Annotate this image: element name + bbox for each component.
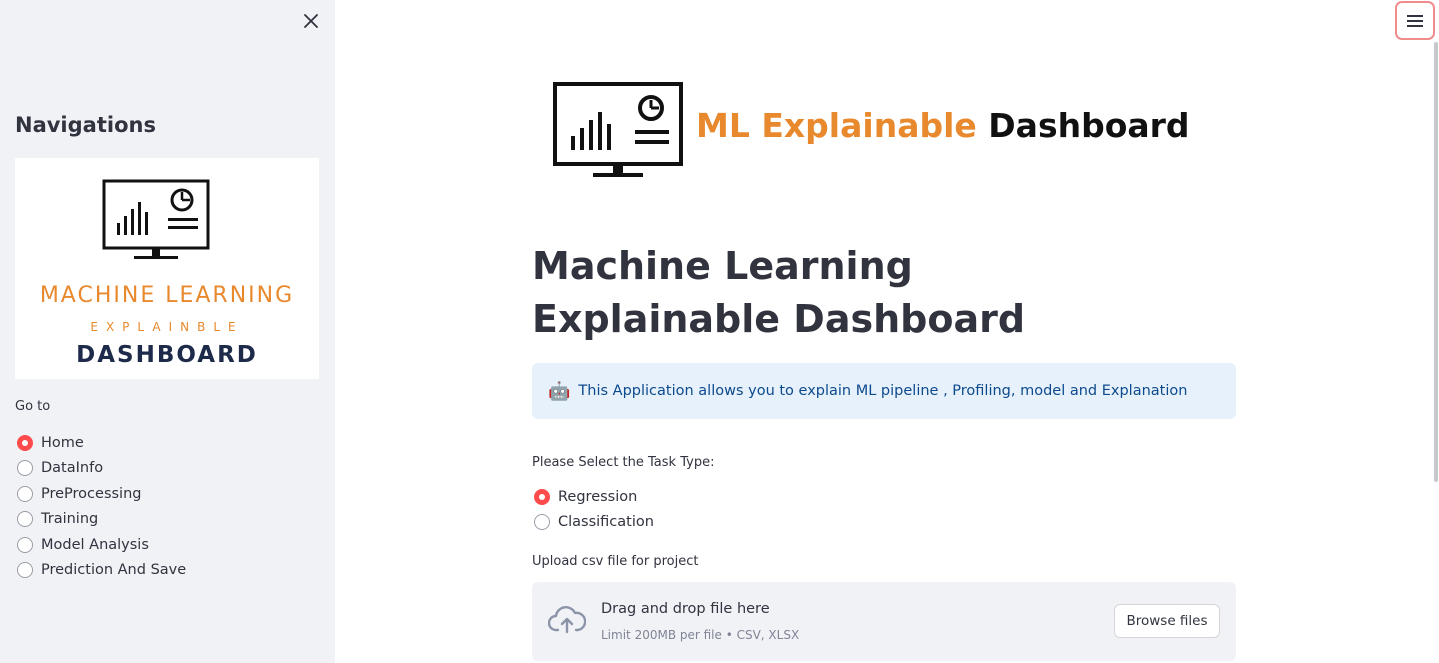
radio-button[interactable]: [534, 514, 550, 531]
nav-option-label: PreProcessing: [41, 485, 142, 502]
upload-label: Upload csv file for project: [532, 554, 699, 569]
robot-icon: 🤖: [548, 380, 571, 402]
monitor-chart-icon: [102, 179, 210, 259]
nav-option-training[interactable]: Training: [17, 507, 186, 533]
radio-button[interactable]: [17, 562, 33, 579]
nav-option-home[interactable]: Home: [17, 430, 186, 456]
radio-button[interactable]: [17, 536, 33, 553]
nav-option-preprocessing[interactable]: PreProcessing: [17, 481, 186, 507]
nav-option-datainfo[interactable]: DataInfo: [17, 456, 186, 482]
dropzone-limit-text: Limit 200MB per file • CSV, XLSX: [601, 628, 800, 642]
radio-button[interactable]: [17, 434, 33, 451]
task-type-label: Please Select the Task Type:: [532, 455, 715, 470]
info-alert-text: This Application allows you to explain M…: [578, 383, 1188, 399]
dropzone-title: Drag and drop file here: [601, 601, 770, 617]
radio-button[interactable]: [534, 488, 550, 505]
sidebar-logo: MACHINE LEARNING EXPLAINBLE DASHBOARD: [15, 158, 319, 379]
sidebar: Navigations MACHINE LEARNING EXPLAINBLE …: [0, 0, 335, 663]
header-logo-text: ML Explainable Dashboard: [696, 106, 1190, 145]
task-option-classification[interactable]: Classification: [534, 510, 654, 536]
radio-button[interactable]: [17, 511, 33, 528]
nav-option-label: Model Analysis: [41, 536, 149, 553]
monitor-chart-icon: [553, 82, 683, 177]
nav-option-prediction-and-save[interactable]: Prediction And Save: [17, 558, 186, 584]
task-option-regression[interactable]: Regression: [534, 484, 654, 510]
page-title: Machine Learning Explainable Dashboard: [532, 244, 1026, 341]
task-option-label: Regression: [558, 488, 638, 505]
close-icon: [304, 14, 318, 28]
main-menu-button[interactable]: [1395, 1, 1435, 40]
nav-option-label: DataInfo: [41, 460, 104, 477]
header-logo-text-main: Dashboard: [988, 106, 1190, 145]
sidebar-logo-line2: EXPLAINBLE: [90, 320, 244, 334]
sidebar-logo-line1: MACHINE LEARNING: [39, 283, 295, 308]
nav-radio-group: Home DataInfo PreProcessing Training Mod…: [17, 430, 186, 583]
nav-option-label: Prediction And Save: [41, 562, 187, 579]
page-scrollbar[interactable]: [1434, 42, 1438, 482]
task-option-label: Classification: [558, 514, 654, 531]
task-type-radio-group: Regression Classification: [534, 484, 654, 535]
sidebar-logo-line3: DASHBOARD: [76, 342, 258, 368]
radio-button[interactable]: [17, 460, 33, 477]
sidebar-title: Navigations: [15, 113, 156, 137]
hamburger-menu-icon: [1407, 14, 1423, 27]
nav-radio-label: Go to: [15, 399, 51, 414]
file-dropzone[interactable]: Drag and drop file here Limit 200MB per …: [532, 582, 1236, 661]
nav-option-label: Training: [41, 511, 99, 528]
info-alert: 🤖 This Application allows you to explain…: [532, 363, 1236, 419]
close-sidebar-button[interactable]: [300, 10, 322, 32]
browse-files-button[interactable]: Browse files: [1114, 604, 1220, 638]
nav-option-label: Home: [41, 434, 84, 451]
header-logo: ML Explainable Dashboard: [553, 68, 1193, 188]
radio-button[interactable]: [17, 485, 33, 502]
header-logo-text-accent: ML Explainable: [696, 106, 977, 145]
nav-option-model-analysis[interactable]: Model Analysis: [17, 532, 186, 558]
cloud-upload-icon: [548, 606, 586, 634]
